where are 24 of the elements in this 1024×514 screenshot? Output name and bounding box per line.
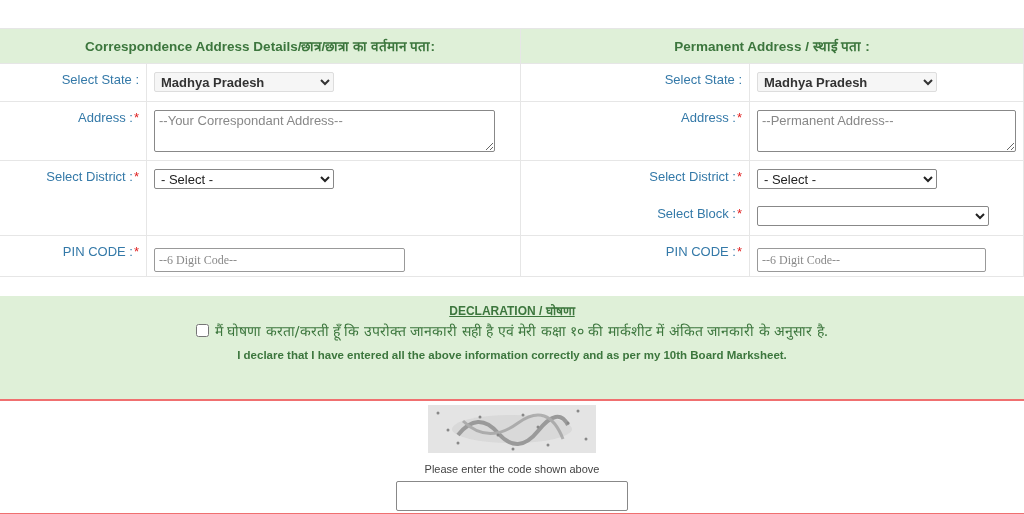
address-field[interactable]: --Permanent Address-- <box>757 110 1016 152</box>
pin-code-field[interactable]: --6 Digit Code-- <box>154 248 405 272</box>
dropdown[interactable]: - Select - <box>757 169 937 189</box>
dropdown[interactable] <box>757 206 989 226</box>
section-header: Permanent Address / स्थाई पता : <box>521 29 1024 64</box>
field-label: Select State : <box>664 72 742 87</box>
declaration-text: मैं घोषणा करता/करती हूँ कि उपरोक्त जानकारी सही है एवं मेरी कक्षा १० की मार्कशीट में अंकित जानकारी के अनुसार है. <box>214 322 829 340</box>
pin-code-field[interactable]: --6 Digit Code-- <box>757 248 986 272</box>
declaration-heading: DECLARATION / घोषणा <box>449 303 575 319</box>
field-label: Address :* <box>681 110 742 125</box>
captcha-prompt: Please enter the code shown above <box>424 463 600 475</box>
field-label: Select State : <box>61 72 139 87</box>
section-header: Correspondence Address Details/छात्र/छात्रा का वर्तमान पता: <box>0 29 521 64</box>
field-label: Select District :* <box>46 169 139 184</box>
declaration-checkbox[interactable] <box>195 324 209 337</box>
captcha-field[interactable] <box>396 481 628 511</box>
field-label: PIN CODE :* <box>665 244 742 259</box>
dropdown[interactable]: - Select - <box>154 169 334 189</box>
field-label: Address :* <box>78 110 139 125</box>
field-label: PIN CODE :* <box>62 244 139 259</box>
declaration-text: I declare that I have entered all the above information correctly and as per my 10th Board Marksheet. <box>237 349 787 361</box>
field-label: Select Block :* <box>657 206 742 221</box>
field-label: Select District :* <box>649 169 742 184</box>
address-field[interactable]: --Your Correspondant Address-- <box>154 110 495 152</box>
